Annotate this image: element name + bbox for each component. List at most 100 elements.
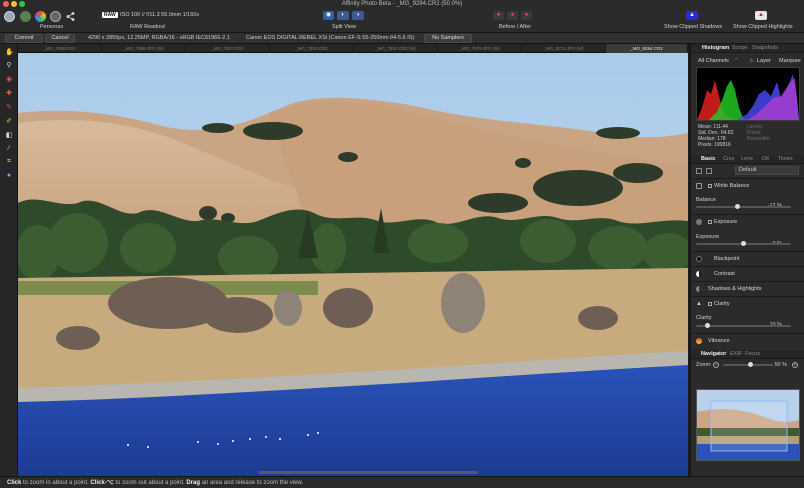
affinity-photo-window: Affinity Photo Beta - _MG_9294.CR2 (50.0… — [0, 0, 804, 488]
clarity-label: Clarity — [696, 315, 712, 321]
blackpoint-icon — [696, 256, 702, 262]
doc-tab-active[interactable]: _MG_9294.CR2 — [606, 44, 688, 53]
balance-slider[interactable] — [696, 206, 791, 208]
exposure-icon — [696, 219, 702, 225]
develop-tabs: Basic Crvs Lens Dtl Tones — [691, 155, 804, 164]
before-after-left-button[interactable]: ● — [493, 11, 504, 20]
exposure-slider-handle[interactable] — [741, 241, 746, 246]
blackpoint-row[interactable]: Blackpoint — [691, 253, 804, 265]
doc-tab[interactable]: _MG_7903.CR2 — [270, 44, 354, 53]
zoom-tool-icon[interactable]: ⚲ — [5, 62, 13, 70]
white-balance-row[interactable]: White Balance — [691, 180, 804, 192]
cancel-button[interactable]: Cancel — [45, 34, 75, 43]
tab-detail[interactable]: Dtl — [762, 155, 769, 164]
tab-exif[interactable]: EXIF — [730, 350, 742, 359]
document-tabs: _MG_7909.CR2 _MG_7969.JPG (M) _MG_7937.C… — [18, 44, 688, 53]
doc-tab[interactable]: _MG_7969.JPG (M) — [102, 44, 186, 53]
tab-basic[interactable]: Basic — [701, 155, 716, 164]
tab-snapshots[interactable]: Snapshots — [752, 44, 778, 53]
contrast-row[interactable]: Contrast — [691, 268, 804, 280]
overlay-paint-tool-icon[interactable]: ✎ — [5, 104, 13, 112]
warning-icon: ⚠ — [749, 58, 754, 64]
exposure-checkbox[interactable] — [708, 220, 712, 224]
landscape-photo — [18, 53, 688, 476]
title-bar: Affinity Photo Beta - _MG_9294.CR2 (50.0… — [0, 0, 804, 8]
color-swatch-icon[interactable]: ● — [5, 172, 13, 180]
split-view-dual-button[interactable]: ◖ — [352, 11, 364, 20]
doc-tab[interactable]: _MG_7909.CR2 — [18, 44, 102, 53]
zoom-in-icon[interactable]: + — [792, 362, 798, 368]
tab-focus[interactable]: Focus — [745, 350, 760, 359]
window-title: Affinity Photo Beta - _MG_9294.CR2 (50.0… — [341, 1, 463, 7]
camera-info-text: Canon EOS DIGITAL REBEL XSi (Canon EF-S … — [246, 35, 415, 41]
preset-add-icon[interactable] — [706, 168, 712, 174]
zoom-slider-handle[interactable] — [748, 362, 753, 367]
exposure-label: Exposure — [696, 234, 720, 240]
photo-persona-icon[interactable] — [4, 11, 15, 22]
preset-select[interactable]: Default — [735, 166, 799, 175]
shadows-highlights-icon — [696, 286, 702, 292]
tab-lens[interactable]: Lens — [741, 155, 753, 164]
overlay-gradient-tool-icon[interactable]: ◧ — [5, 132, 13, 140]
tab-navigator[interactable]: Navigator — [701, 350, 726, 359]
vibrance-row[interactable]: Vibrance — [691, 335, 804, 347]
histogram-graph — [696, 67, 800, 121]
channel-select[interactable]: All Channels — [698, 58, 729, 64]
white-balance-tool-icon[interactable]: ⌗ — [5, 158, 13, 166]
preset-icon[interactable] — [696, 168, 702, 174]
tab-scope[interactable]: Scope — [732, 44, 748, 53]
white-balance-icon — [696, 183, 702, 189]
view-tool-hand-icon[interactable]: ✋ — [5, 49, 14, 57]
zoom-value: 50 % — [774, 362, 787, 368]
tab-tones[interactable]: Tones — [778, 155, 793, 164]
tone-mapping-persona-icon[interactable] — [50, 11, 61, 22]
before-after-right-button[interactable]: ● — [521, 11, 532, 20]
navigator-tabs: Navigator EXIF Focus — [691, 350, 804, 359]
doc-tab[interactable]: _MG_7891.CR2 (M) — [354, 44, 438, 53]
develop-persona-icon[interactable] — [35, 11, 46, 22]
photo-canvas[interactable] — [18, 53, 688, 476]
balance-label: Balance — [696, 197, 716, 203]
balance-slider-handle[interactable] — [735, 204, 741, 209]
exposure-row[interactable]: Exposure — [691, 216, 804, 228]
navigator-thumbnail[interactable] — [696, 389, 800, 461]
histogram-stats-right: Levels: Pixels: Percentile: — [747, 124, 771, 142]
histogram-stats: Mean: 111.44 Std. Dev.: 64.82 Median: 17… — [698, 124, 734, 148]
clipped-shadows-icon[interactable]: ▲ — [686, 11, 698, 20]
zoom-out-icon[interactable]: − — [713, 362, 719, 368]
split-view-button[interactable]: ◐ — [337, 11, 349, 20]
clipped-highlights-icon[interactable]: ▲ — [755, 11, 767, 20]
raw-readout-label: RAW Readout — [130, 24, 165, 30]
overlay-erase-tool-icon[interactable]: ✐ — [5, 118, 13, 126]
tab-histogram[interactable]: Histogram — [702, 44, 729, 53]
layer-radio[interactable]: Layer — [757, 58, 771, 64]
clarity-slider-handle[interactable] — [704, 323, 710, 328]
white-balance-checkbox[interactable] — [708, 184, 712, 188]
red-eye-tool-icon[interactable]: ◉ — [5, 76, 13, 84]
raw-info-text: ISO 100 // f/11.3 55.0mm 1/160s — [120, 12, 200, 18]
right-panel: Histogram Scope Snapshots All Channels ⌃… — [690, 44, 804, 476]
color-picker-tool-icon[interactable]: ⁄ — [5, 145, 13, 153]
chevron-down-icon[interactable]: ⌃ — [734, 58, 739, 64]
shadows-highlights-row[interactable]: Shadows & Highlights — [691, 283, 804, 295]
clarity-icon: ▲ — [696, 301, 702, 307]
clarity-row[interactable]: ▲ Clarity — [691, 298, 804, 310]
commit-button[interactable]: Commit — [5, 34, 43, 43]
liquify-persona-icon[interactable] — [20, 11, 31, 22]
export-persona-icon[interactable] — [65, 11, 76, 22]
clarity-checkbox[interactable] — [708, 302, 712, 306]
show-clipped-highlights-label: Show Clipped Highlights — [733, 24, 793, 30]
contrast-icon — [696, 271, 702, 277]
clarity-slider[interactable] — [696, 325, 791, 327]
blemish-tool-icon[interactable]: ✚ — [5, 90, 13, 98]
doc-tab[interactable]: _MG_8274.JPG (M) — [522, 44, 606, 53]
before-after-center-button[interactable]: ● — [507, 11, 518, 20]
marquee-radio[interactable]: Marquee — [779, 58, 801, 64]
show-clipped-shadows-label: Show Clipped Shadows — [664, 24, 723, 30]
vibrance-icon — [696, 338, 702, 344]
tab-curves[interactable]: Crvs — [723, 155, 734, 164]
split-view-mirror-button[interactable]: ◉ — [323, 11, 334, 20]
no-samplers-button[interactable]: No Samplers — [424, 34, 472, 43]
doc-tab[interactable]: _MG_7937.CR2 — [186, 44, 270, 53]
doc-tab[interactable]: _MG_7976.JPG (M) — [438, 44, 522, 53]
